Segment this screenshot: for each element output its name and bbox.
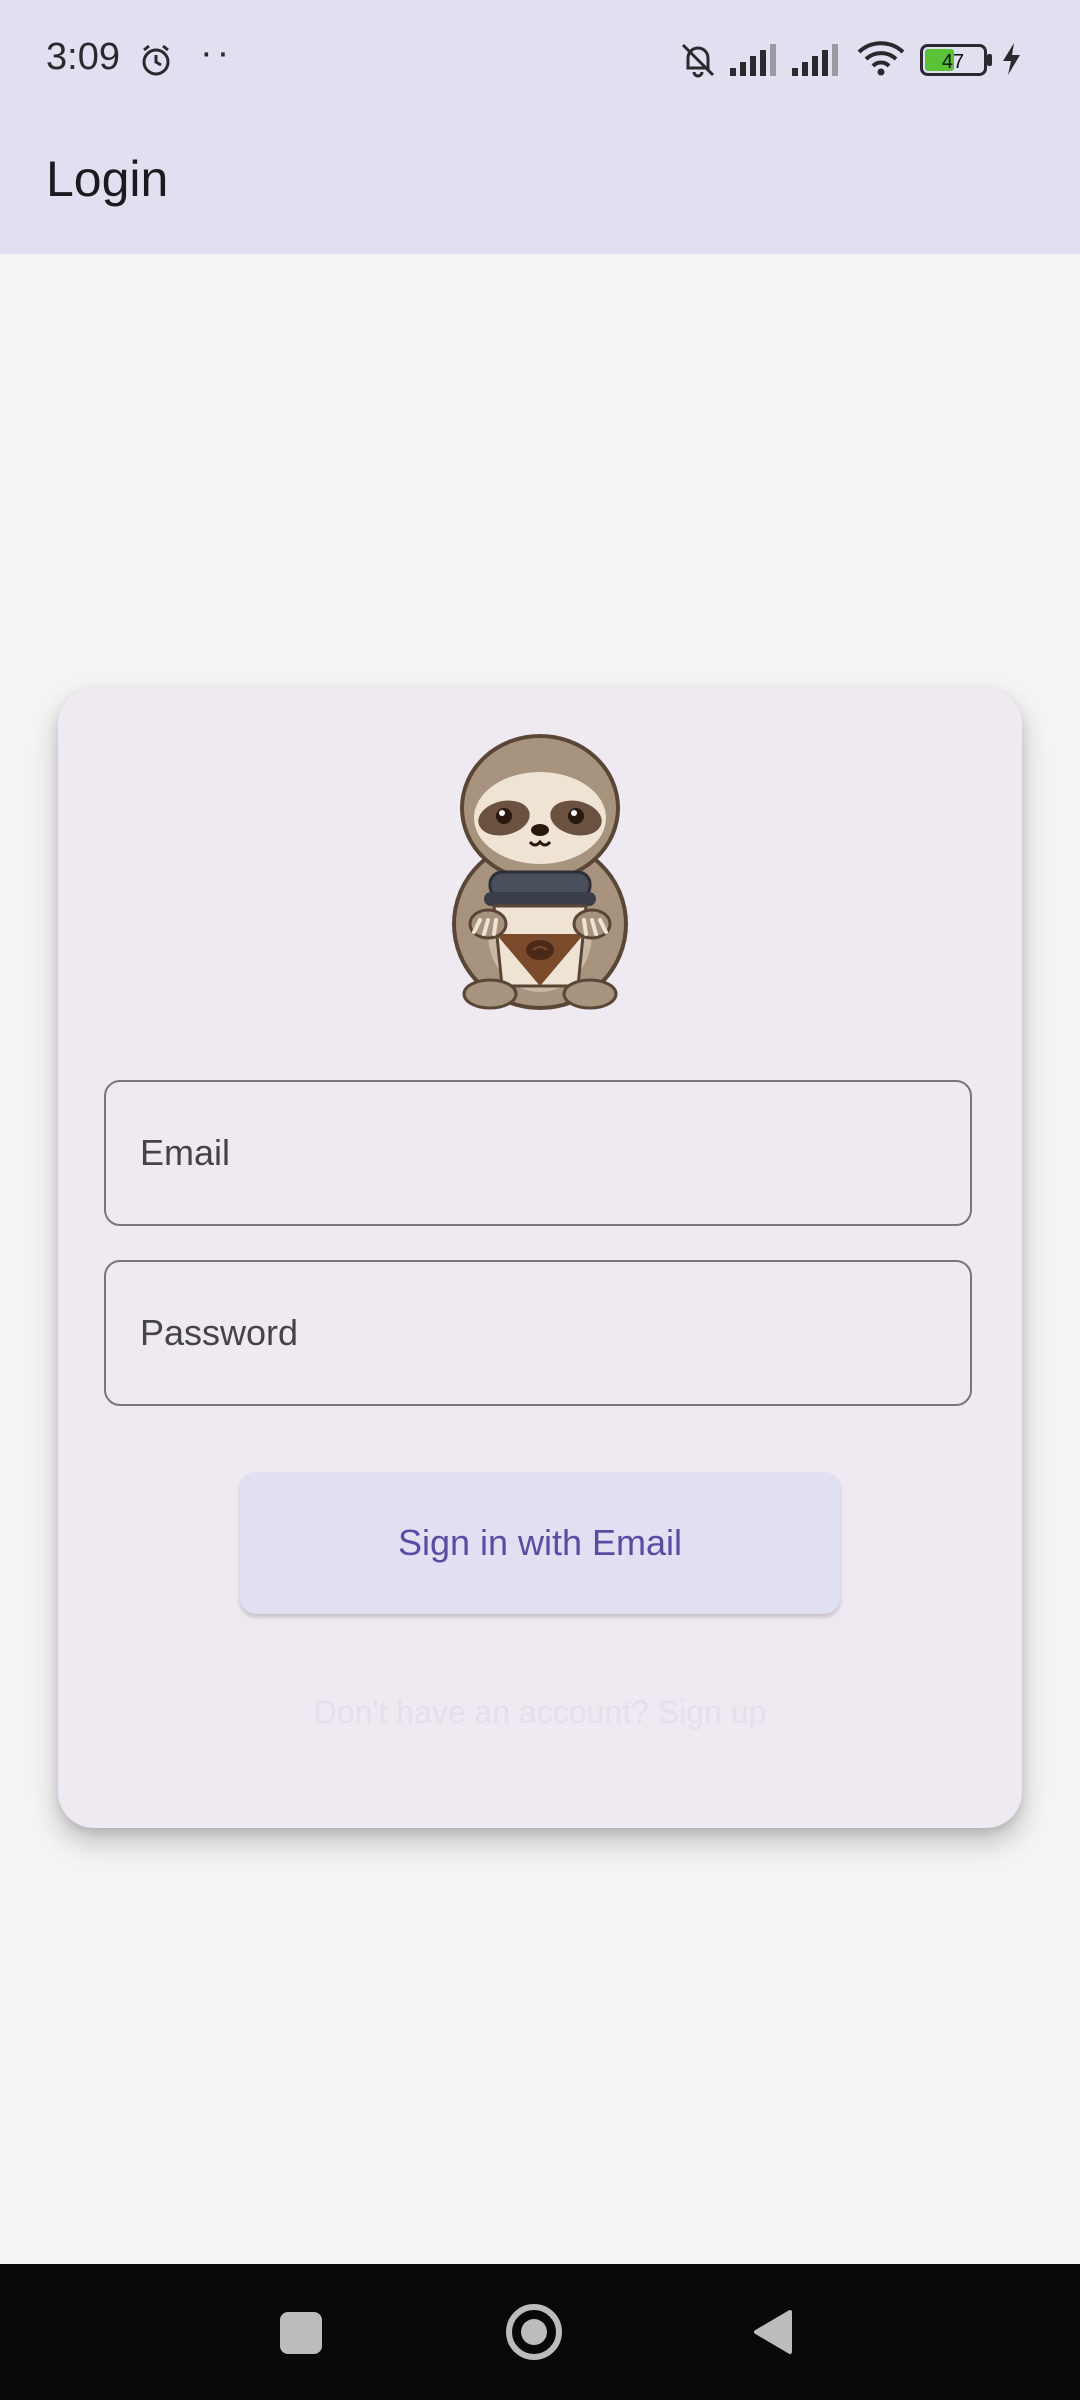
- status-bar: 3:09 ·· 47: [0, 0, 1080, 120]
- battery-icon: 47: [920, 44, 994, 81]
- signal-icon: [730, 42, 782, 81]
- page-title: Login: [46, 151, 169, 207]
- recents-icon[interactable]: [280, 2312, 322, 2354]
- notification-dots: ··: [200, 32, 234, 74]
- charging-icon: [1000, 42, 1022, 81]
- login-card: Email Password Sign in with Email Don't …: [58, 688, 1022, 1828]
- navigation-bar: [0, 2264, 1080, 2400]
- back-icon[interactable]: [750, 2308, 794, 2361]
- wifi-icon: [856, 40, 906, 81]
- mute-icon: [678, 40, 718, 85]
- password-label: Password: [140, 1312, 299, 1353]
- status-time: 3:09: [46, 36, 120, 78]
- home-icon[interactable]: [506, 2304, 562, 2360]
- password-field[interactable]: Password: [104, 1260, 972, 1406]
- sign-up-link[interactable]: Don't have an account? Sign up: [58, 1694, 1022, 1731]
- alarm-icon: [138, 42, 174, 83]
- email-field[interactable]: Email: [104, 1080, 972, 1226]
- signal-icon: [792, 42, 844, 81]
- sloth-logo: [438, 724, 642, 1021]
- battery-level: 47: [942, 51, 964, 73]
- email-label: Email: [140, 1132, 231, 1173]
- sign-in-email-button[interactable]: Sign in with Email: [240, 1472, 840, 1614]
